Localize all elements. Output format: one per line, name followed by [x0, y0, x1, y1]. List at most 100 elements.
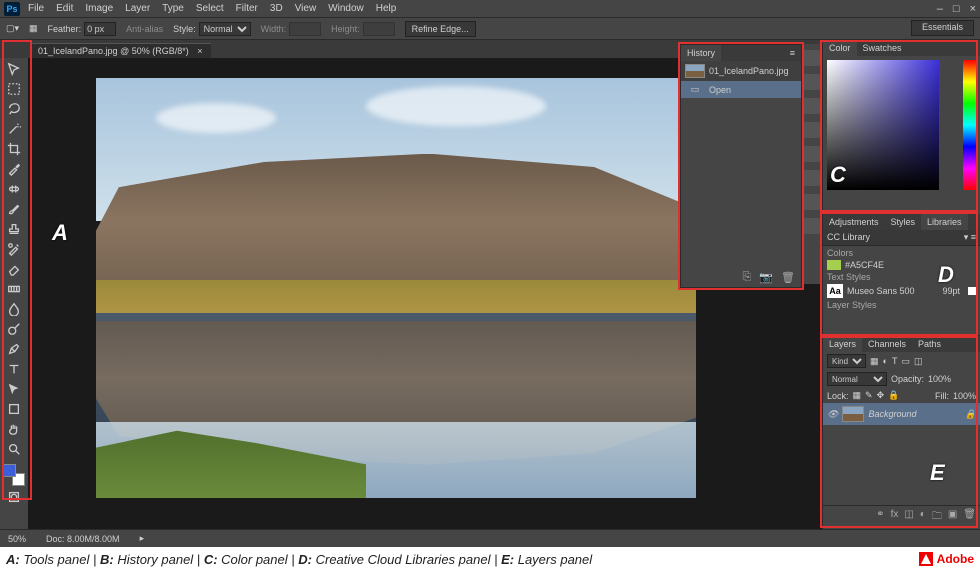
menu-select[interactable]: Select — [196, 3, 224, 14]
lasso-tool[interactable] — [3, 100, 25, 118]
brush-tool[interactable] — [3, 200, 25, 218]
lib-color-item[interactable]: #A5CF4E — [827, 258, 976, 272]
history-snapshot[interactable]: 01_IcelandPano.jpg — [681, 61, 801, 81]
doc-info[interactable]: Doc: 8.00M/8.00M — [46, 534, 120, 544]
history-state-open[interactable]: ▭ Open — [681, 81, 801, 98]
eyedropper-tool[interactable] — [3, 160, 25, 178]
adj-layer-icon[interactable]: ◐ — [920, 509, 926, 526]
panel-icon-5[interactable] — [802, 146, 820, 162]
blur-tool[interactable] — [3, 300, 25, 318]
menu-view[interactable]: View — [295, 3, 317, 14]
tab-layers[interactable]: Layers — [823, 336, 862, 352]
menu-edit[interactable]: Edit — [56, 3, 73, 14]
feather-input[interactable] — [84, 22, 116, 36]
quickmask-icon[interactable] — [3, 488, 25, 506]
color-swatches[interactable] — [3, 464, 25, 486]
new-layer-icon[interactable]: ▣ — [948, 509, 957, 526]
wand-tool[interactable] — [3, 120, 25, 138]
eye-icon[interactable]: 👁 — [827, 409, 838, 420]
lock-pos-icon[interactable]: ✥ — [877, 390, 885, 401]
panel-icon-4[interactable] — [802, 122, 820, 138]
path-tool[interactable] — [3, 380, 25, 398]
crop-tool[interactable] — [3, 140, 25, 158]
hue-slider[interactable] — [963, 60, 977, 190]
menu-window[interactable]: Window — [328, 3, 364, 14]
tab-history[interactable]: History — [681, 45, 721, 61]
workspace-switcher[interactable]: Essentials — [911, 20, 974, 36]
library-selector[interactable]: CC Library ▾ ≡ — [823, 230, 980, 245]
mask-icon[interactable]: ◫ — [904, 509, 913, 526]
opacity-value[interactable]: 100% — [928, 374, 951, 384]
filter-type-icon[interactable]: T — [892, 356, 898, 366]
lock-trans-icon[interactable]: ▦ — [853, 390, 862, 401]
stamp-tool[interactable] — [3, 220, 25, 238]
eraser-tool[interactable] — [3, 260, 25, 278]
move-tool[interactable] — [3, 60, 25, 78]
refine-edge-button[interactable]: Refine Edge... — [405, 21, 476, 37]
filter-pixel-icon[interactable]: ▦ — [870, 356, 879, 367]
filter-smart-icon[interactable]: ◫ — [914, 356, 923, 367]
close-button[interactable]: × — [970, 3, 976, 15]
zoom-level[interactable]: 50% — [8, 534, 26, 544]
link-icon[interactable]: ⚭ — [876, 509, 884, 526]
menu-image[interactable]: Image — [85, 3, 113, 14]
history-brush-tool[interactable] — [3, 240, 25, 258]
shape-tool[interactable] — [3, 400, 25, 418]
type-tool[interactable] — [3, 360, 25, 378]
tab-paths[interactable]: Paths — [912, 336, 947, 352]
maximize-button[interactable]: □ — [953, 3, 960, 15]
group-icon[interactable]: 🗀 — [932, 509, 942, 526]
create-doc-icon[interactable]: ⎘ — [743, 271, 752, 284]
width-input[interactable] — [289, 22, 321, 36]
style-select[interactable]: Normal — [199, 22, 251, 36]
tab-styles[interactable]: Styles — [885, 214, 922, 230]
height-input[interactable] — [363, 22, 395, 36]
menu-layer[interactable]: Layer — [125, 3, 150, 14]
antialias-check[interactable]: Anti-alias — [126, 24, 163, 34]
tab-libraries[interactable]: Libraries — [921, 214, 968, 230]
snapshot-icon[interactable]: 📷 — [759, 271, 773, 284]
filter-shape-icon[interactable]: ▭ — [901, 356, 910, 367]
doc-info-chevron-icon[interactable]: ▸ — [140, 533, 145, 544]
tab-close-icon[interactable]: × — [197, 46, 202, 56]
panel-icon-2[interactable] — [802, 74, 820, 90]
fill-value[interactable]: 100% — [953, 391, 976, 401]
menu-file[interactable]: File — [28, 3, 44, 14]
panel-icon-6[interactable] — [802, 170, 820, 186]
fx-icon[interactable]: fx — [891, 509, 899, 526]
panel-icon-8[interactable] — [802, 218, 820, 234]
panel-menu-icon[interactable]: ≡ — [784, 45, 801, 61]
tab-channels[interactable]: Channels — [862, 336, 912, 352]
blend-mode-select[interactable]: Normal — [827, 372, 887, 386]
panel-icon-3[interactable] — [802, 98, 820, 114]
zoom-tool[interactable] — [3, 440, 25, 458]
menu-help[interactable]: Help — [376, 3, 397, 14]
menu-3d[interactable]: 3D — [270, 3, 283, 14]
tab-swatches[interactable]: Swatches — [857, 40, 908, 56]
gradient-tool[interactable] — [3, 280, 25, 298]
tab-adjustments[interactable]: Adjustments — [823, 214, 885, 230]
marquee-mode-icon[interactable]: ▦ — [29, 23, 38, 34]
lock-all-icon[interactable]: 🔒 — [888, 390, 899, 401]
layer-filter-kind[interactable]: Kind — [827, 354, 866, 368]
dodge-tool[interactable] — [3, 320, 25, 338]
hand-tool[interactable] — [3, 420, 25, 438]
trash-icon[interactable]: 🗑 — [963, 509, 976, 526]
heal-tool[interactable] — [3, 180, 25, 198]
panel-icon-1[interactable] — [802, 50, 820, 66]
tool-preset-icon[interactable]: ▢▾ — [6, 23, 19, 34]
lock-paint-icon[interactable]: ✎ — [865, 390, 873, 401]
foreground-color-swatch[interactable] — [3, 464, 16, 477]
lib-text-item[interactable]: AaMuseo Sans 50099pt — [827, 282, 976, 300]
filter-adj-icon[interactable]: ◐ — [883, 356, 888, 366]
layer-row-background[interactable]: 👁 Background 🔒 — [823, 403, 980, 425]
minimize-button[interactable]: – — [937, 3, 943, 15]
marquee-tool[interactable] — [3, 80, 25, 98]
color-field[interactable] — [827, 60, 939, 190]
tab-color[interactable]: Color — [823, 40, 857, 56]
pen-tool[interactable] — [3, 340, 25, 358]
delete-state-icon[interactable]: 🗑 — [781, 271, 795, 284]
document-tab[interactable]: 01_IcelandPano.jpg @ 50% (RGB/8*) × — [30, 43, 211, 58]
panel-icon-7[interactable] — [802, 194, 820, 210]
menu-filter[interactable]: Filter — [236, 3, 258, 14]
